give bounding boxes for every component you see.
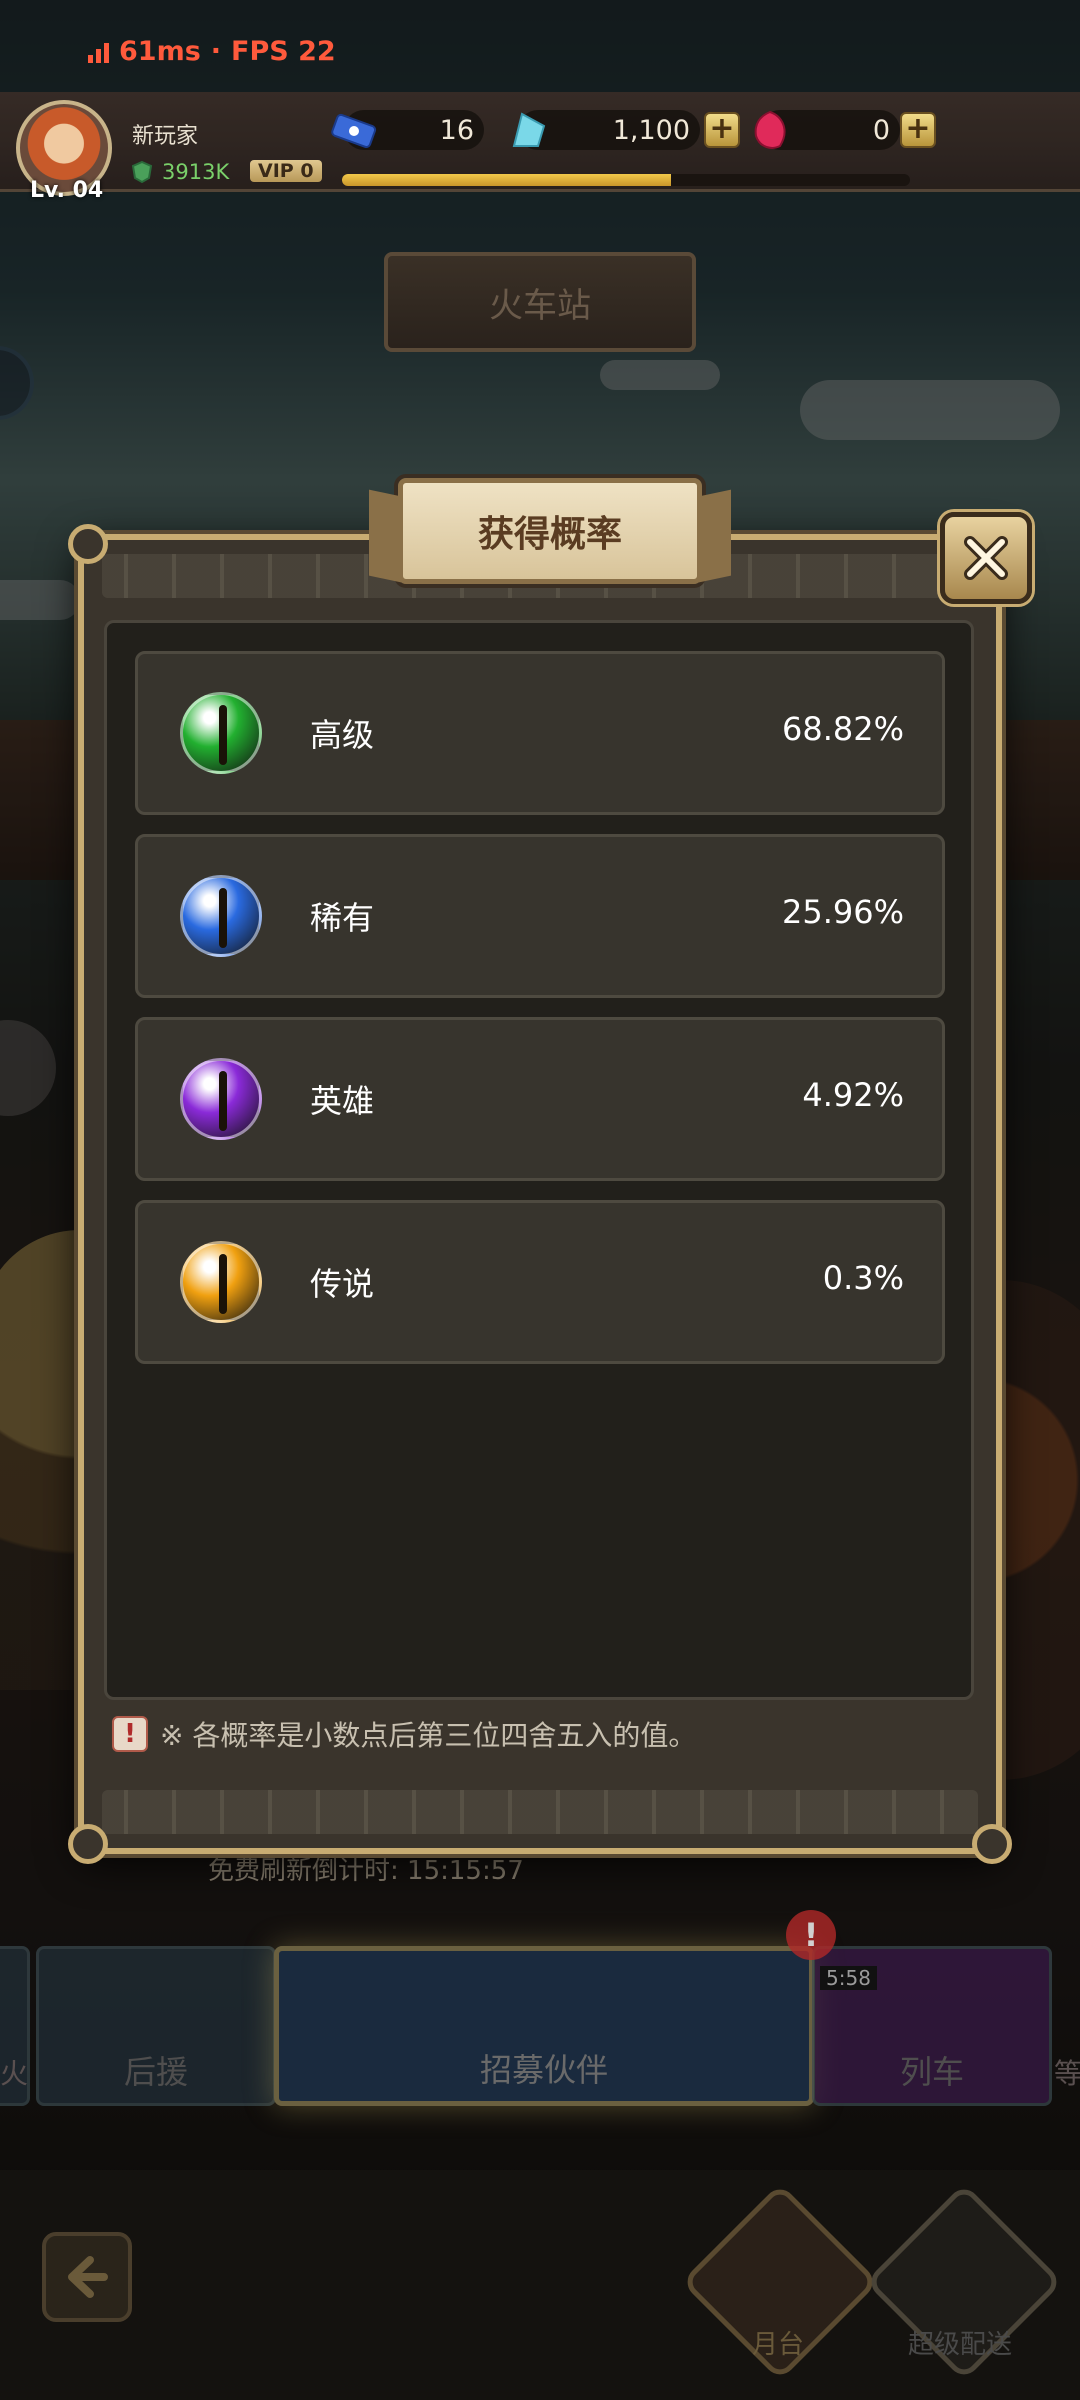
diamond-count: 1,100 xyxy=(612,114,690,146)
ruby-icon xyxy=(754,110,786,149)
close-button[interactable] xyxy=(940,512,1032,604)
card-recruit-partner[interactable]: 招募伙伴 xyxy=(274,1946,814,2106)
grade-probability: 25.96% xyxy=(781,893,904,931)
grade-name: 英雄 xyxy=(310,1082,375,1120)
probability-dialog: 获得概率 高级 68.82% 稀有 25.96% 英雄 4.92% 传说 0.3… xyxy=(68,478,1032,1864)
location-title: 火车站 xyxy=(384,252,696,352)
grade-orb-icon xyxy=(180,1058,262,1140)
ticket-count: 16 xyxy=(439,114,474,146)
player-level: Lv. 04 xyxy=(30,178,104,203)
network-status: 61ms · FPS 22 xyxy=(88,36,336,67)
list-item: 高级 68.82% xyxy=(135,651,945,815)
vip-badge[interactable]: VIP 0 xyxy=(250,160,322,182)
ticket-icon xyxy=(331,113,377,148)
frame-band-bottom xyxy=(102,1790,978,1834)
grade-probability: 68.82% xyxy=(781,710,904,748)
combat-power: 3913K xyxy=(130,160,229,184)
add-diamond-button[interactable]: + xyxy=(704,112,740,148)
fps-value: FPS 22 xyxy=(231,36,336,67)
grade-name: 高级 xyxy=(310,716,375,754)
diamond-counter: 1,100 xyxy=(512,110,700,150)
frame-corner xyxy=(68,1824,108,1864)
back-arrow-icon xyxy=(68,2256,108,2298)
close-icon xyxy=(964,536,1008,580)
add-ruby-button[interactable]: + xyxy=(900,112,936,148)
side-label-left: 火 xyxy=(0,2057,29,2090)
ruby-counter: 0 xyxy=(754,110,900,150)
ping-value: 61ms xyxy=(119,36,201,67)
list-item: 稀有 25.96% xyxy=(135,834,945,998)
dialog-title-plate: 获得概率 xyxy=(398,478,702,584)
rounding-note-text: ※ 各概率是小数点后第三位四舍五入的值。 xyxy=(160,1719,697,1752)
refresh-countdown: 免费刷新倒计时: 15:15:57 xyxy=(208,1856,524,1886)
status-separator: · xyxy=(210,36,222,67)
grade-orb-icon xyxy=(180,1241,262,1323)
recruit-cards: 后援 招募伙伴 列车 xyxy=(0,1946,1080,2106)
probability-list: 高级 68.82% 稀有 25.96% 英雄 4.92% 传说 0.3% xyxy=(104,620,974,1700)
ticket-counter: 16 xyxy=(331,110,484,150)
ruby-count: 0 xyxy=(872,114,890,146)
grade-name: 传说 xyxy=(310,1265,375,1303)
card-train-label: 列车 xyxy=(899,2053,964,2091)
xp-bar xyxy=(342,174,910,186)
player-name: 新玩家 xyxy=(132,124,199,149)
platform-label: 月台 xyxy=(752,2330,805,2360)
xp-bar-fill xyxy=(342,174,672,186)
diamond-icon xyxy=(512,112,546,147)
alert-badge: ! xyxy=(786,1910,836,1960)
shield-icon xyxy=(131,160,153,184)
signal-icon xyxy=(88,41,109,63)
top-hud: Lv. 04 新玩家 3913K VIP 0 16 1,100 + 0 + xyxy=(0,92,1080,203)
frame-corner xyxy=(972,1824,1012,1864)
back-button[interactable] xyxy=(42,2232,132,2322)
rounding-note: ! ※ 各概率是小数点后第三位四舍五入的值。 xyxy=(112,1714,696,1754)
location-title-text: 火车站 xyxy=(489,285,591,326)
list-item: 传说 0.3% xyxy=(135,1200,945,1364)
list-item: 英雄 4.92% xyxy=(135,1017,945,1181)
grade-probability: 4.92% xyxy=(802,1076,904,1114)
grade-name: 稀有 xyxy=(310,899,375,937)
exclamation-icon: ! xyxy=(112,1716,148,1752)
grade-orb-icon xyxy=(180,692,262,774)
card-support-label: 后援 xyxy=(123,2053,188,2091)
card-timer: 5:58 xyxy=(820,1966,877,1990)
super-delivery-label: 超级配送 xyxy=(908,2330,1013,2360)
card-recruit-label: 招募伙伴 xyxy=(479,2051,608,2089)
combat-power-value: 3913K xyxy=(162,160,230,184)
card-support[interactable]: 后援 xyxy=(36,1946,276,2106)
grade-orb-icon xyxy=(180,875,262,957)
side-label-right: 等 xyxy=(1054,2057,1080,2090)
frame-corner xyxy=(68,524,108,564)
grade-probability: 0.3% xyxy=(822,1259,904,1297)
dialog-title: 获得概率 xyxy=(477,514,622,555)
